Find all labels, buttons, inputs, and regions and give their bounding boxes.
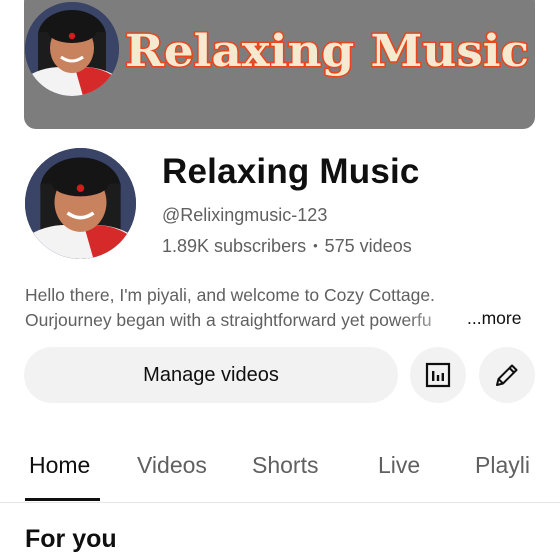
channel-banner: Relaxing Music [24, 0, 535, 129]
manage-videos-label: Manage videos [143, 363, 279, 386]
tab-live[interactable]: Live [378, 452, 420, 479]
tabs-divider [0, 502, 560, 503]
banner-title: Relaxing Music [124, 25, 531, 79]
edit-channel-button[interactable] [479, 347, 535, 403]
manage-videos-button[interactable]: Manage videos [24, 347, 398, 403]
analytics-icon [424, 361, 452, 389]
banner-avatar-image [25, 2, 119, 96]
description-line: Ourjourney began with a straightforward … [25, 308, 475, 333]
banner-title-text: Relaxing Music [125, 26, 529, 77]
section-title: For you [25, 525, 117, 553]
description-line-text: Ourjourney began with a straightforward … [25, 310, 432, 330]
tab-playlists[interactable]: Playli [475, 452, 530, 479]
channel-name: Relaxing Music [162, 152, 420, 191]
description-fade [405, 308, 475, 333]
analytics-button[interactable] [410, 347, 466, 403]
channel-avatar[interactable] [25, 148, 136, 259]
subscriber-count: 1.89K subscribers [162, 236, 307, 256]
pencil-icon [492, 360, 522, 390]
description-more-link[interactable]: ...more [467, 308, 521, 329]
channel-tabs: Home Videos Shorts Live Playli [0, 440, 560, 502]
tab-home[interactable]: Home [29, 452, 90, 479]
active-tab-indicator [25, 498, 100, 501]
tab-videos[interactable]: Videos [137, 452, 207, 479]
video-count: 575 videos [324, 236, 412, 256]
stats-separator: • [313, 238, 318, 253]
channel-handle: @Relixingmusic-123 [162, 205, 328, 225]
channel-stats: 1.89K subscribers • 575 videos [162, 236, 412, 257]
description-line: Hello there, I'm piyali, and welcome to … [25, 285, 435, 305]
tab-shorts[interactable]: Shorts [252, 452, 318, 479]
